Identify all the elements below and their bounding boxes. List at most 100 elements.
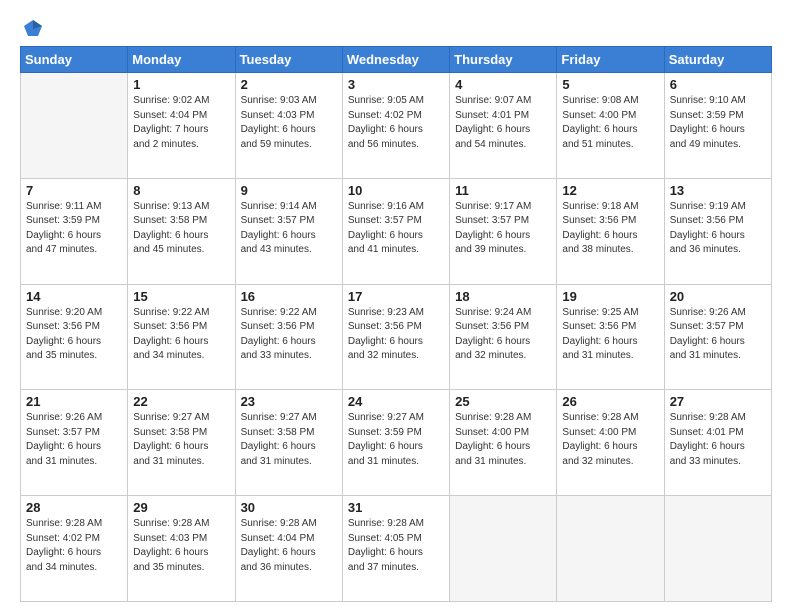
day-info: Sunrise: 9:02 AMSunset: 4:04 PMDaylight:…	[133, 94, 229, 152]
calendar-week-3: 14 Sunrise: 9:20 AMSunset: 3:56 PMDayligh…	[21, 284, 772, 390]
day-number: 3	[348, 77, 444, 92]
calendar-cell: 1 Sunrise: 9:02 AMSunset: 4:04 PMDaylight…	[128, 73, 235, 179]
day-info: Sunrise: 9:22 AMSunset: 3:56 PMDaylight:…	[241, 306, 337, 364]
calendar-cell: 6 Sunrise: 9:10 AMSunset: 3:59 PMDaylight…	[664, 73, 771, 179]
day-header-tuesday: Tuesday	[235, 47, 342, 73]
day-info: Sunrise: 9:27 AMSunset: 3:58 PMDaylight:…	[241, 411, 337, 469]
calendar-cell: 21 Sunrise: 9:26 AMSunset: 3:57 PMDayligh…	[21, 390, 128, 496]
calendar-header-row: SundayMondayTuesdayWednesdayThursdayFrid…	[21, 47, 772, 73]
day-header-wednesday: Wednesday	[342, 47, 449, 73]
logo	[20, 18, 44, 36]
day-info: Sunrise: 9:05 AMSunset: 4:02 PMDaylight:…	[348, 94, 444, 152]
day-info: Sunrise: 9:19 AMSunset: 3:56 PMDaylight:…	[670, 200, 766, 258]
day-number: 5	[562, 77, 658, 92]
calendar-cell: 15Sunrise: 9:22 AMSunset: 3:56 PMDayligh…	[128, 284, 235, 390]
calendar-cell: 12 Sunrise: 9:18 AMSunset: 3:56 PMDayligh…	[557, 178, 664, 284]
calendar-cell: 7 Sunrise: 9:11 AMSunset: 3:59 PMDaylight…	[21, 178, 128, 284]
day-info: Sunrise: 9:17 AMSunset: 3:57 PMDaylight:…	[455, 200, 551, 258]
calendar-cell: 19Sunrise: 9:25 AMSunset: 3:56 PMDayligh…	[557, 284, 664, 390]
calendar-cell: 11 Sunrise: 9:17 AMSunset: 3:57 PMDayligh…	[450, 178, 557, 284]
calendar-cell: 24Sunrise: 9:27 AMSunset: 3:59 PMDayligh…	[342, 390, 449, 496]
day-info: Sunrise: 9:26 AMSunset: 3:57 PMDaylight:…	[26, 411, 122, 469]
day-number: 8	[133, 183, 229, 198]
day-info: Sunrise: 9:23 AMSunset: 3:56 PMDaylight:…	[348, 306, 444, 364]
day-number: 29	[133, 500, 229, 515]
calendar-cell: 27 Sunrise: 9:28 AMSunset: 4:01 PMDayligh…	[664, 390, 771, 496]
calendar-cell: 23 Sunrise: 9:27 AMSunset: 3:58 PMDayligh…	[235, 390, 342, 496]
day-number: 14	[26, 289, 122, 304]
day-header-friday: Friday	[557, 47, 664, 73]
day-number: 23	[241, 394, 337, 409]
day-number: 2	[241, 77, 337, 92]
day-info: Sunrise: 9:28 AMSunset: 4:05 PMDaylight:…	[348, 517, 444, 575]
day-number: 9	[241, 183, 337, 198]
day-number: 13	[670, 183, 766, 198]
day-info: Sunrise: 9:07 AMSunset: 4:01 PMDaylight:…	[455, 94, 551, 152]
day-info: Sunrise: 9:28 AMSunset: 4:03 PMDaylight:…	[133, 517, 229, 575]
logo-flag-icon	[22, 18, 44, 40]
calendar-cell: 28 Sunrise: 9:28 AMSunset: 4:02 PMDayligh…	[21, 496, 128, 602]
calendar-cell: 8 Sunrise: 9:13 AMSunset: 3:58 PMDaylight…	[128, 178, 235, 284]
day-info: Sunrise: 9:03 AMSunset: 4:03 PMDaylight:…	[241, 94, 337, 152]
day-info: Sunrise: 9:10 AMSunset: 3:59 PMDaylight:…	[670, 94, 766, 152]
calendar-cell: 22 Sunrise: 9:27 AMSunset: 3:58 PMDayligh…	[128, 390, 235, 496]
day-number: 7	[26, 183, 122, 198]
calendar-cell: 3 Sunrise: 9:05 AMSunset: 4:02 PMDaylight…	[342, 73, 449, 179]
day-info: Sunrise: 9:13 AMSunset: 3:58 PMDaylight:…	[133, 200, 229, 258]
day-number: 27	[670, 394, 766, 409]
day-number: 24	[348, 394, 444, 409]
day-number: 19	[562, 289, 658, 304]
calendar-cell: 4 Sunrise: 9:07 AMSunset: 4:01 PMDaylight…	[450, 73, 557, 179]
day-info: Sunrise: 9:28 AMSunset: 4:01 PMDaylight:…	[670, 411, 766, 469]
calendar-cell: 25Sunrise: 9:28 AMSunset: 4:00 PMDayligh…	[450, 390, 557, 496]
day-number: 4	[455, 77, 551, 92]
day-header-thursday: Thursday	[450, 47, 557, 73]
calendar-week-5: 28 Sunrise: 9:28 AMSunset: 4:02 PMDayligh…	[21, 496, 772, 602]
calendar-cell	[450, 496, 557, 602]
calendar-week-4: 21 Sunrise: 9:26 AMSunset: 3:57 PMDayligh…	[21, 390, 772, 496]
calendar-cell: 13 Sunrise: 9:19 AMSunset: 3:56 PMDayligh…	[664, 178, 771, 284]
day-info: Sunrise: 9:24 AMSunset: 3:56 PMDaylight:…	[455, 306, 551, 364]
day-info: Sunrise: 9:26 AMSunset: 3:57 PMDaylight:…	[670, 306, 766, 364]
calendar-week-2: 7 Sunrise: 9:11 AMSunset: 3:59 PMDaylight…	[21, 178, 772, 284]
day-info: Sunrise: 9:28 AMSunset: 4:00 PMDaylight:…	[455, 411, 551, 469]
day-info: Sunrise: 9:16 AMSunset: 3:57 PMDaylight:…	[348, 200, 444, 258]
day-header-saturday: Saturday	[664, 47, 771, 73]
calendar-cell: 5 Sunrise: 9:08 AMSunset: 4:00 PMDaylight…	[557, 73, 664, 179]
calendar-cell: 26 Sunrise: 9:28 AMSunset: 4:00 PMDayligh…	[557, 390, 664, 496]
day-info: Sunrise: 9:27 AMSunset: 3:58 PMDaylight:…	[133, 411, 229, 469]
page: SundayMondayTuesdayWednesdayThursdayFrid…	[0, 0, 792, 612]
day-number: 26	[562, 394, 658, 409]
day-number: 15	[133, 289, 229, 304]
day-number: 17	[348, 289, 444, 304]
day-number: 22	[133, 394, 229, 409]
day-info: Sunrise: 9:28 AMSunset: 4:00 PMDaylight:…	[562, 411, 658, 469]
day-info: Sunrise: 9:11 AMSunset: 3:59 PMDaylight:…	[26, 200, 122, 258]
calendar-cell: 29 Sunrise: 9:28 AMSunset: 4:03 PMDayligh…	[128, 496, 235, 602]
day-number: 12	[562, 183, 658, 198]
calendar-week-1: 1 Sunrise: 9:02 AMSunset: 4:04 PMDaylight…	[21, 73, 772, 179]
day-header-monday: Monday	[128, 47, 235, 73]
day-number: 11	[455, 183, 551, 198]
calendar-cell: 30Sunrise: 9:28 AMSunset: 4:04 PMDayligh…	[235, 496, 342, 602]
day-number: 1	[133, 77, 229, 92]
calendar-cell: 16 Sunrise: 9:22 AMSunset: 3:56 PMDayligh…	[235, 284, 342, 390]
day-number: 21	[26, 394, 122, 409]
day-info: Sunrise: 9:28 AMSunset: 4:02 PMDaylight:…	[26, 517, 122, 575]
day-number: 28	[26, 500, 122, 515]
day-number: 20	[670, 289, 766, 304]
calendar-cell: 14 Sunrise: 9:20 AMSunset: 3:56 PMDayligh…	[21, 284, 128, 390]
calendar-cell	[664, 496, 771, 602]
day-info: Sunrise: 9:08 AMSunset: 4:00 PMDaylight:…	[562, 94, 658, 152]
day-info: Sunrise: 9:20 AMSunset: 3:56 PMDaylight:…	[26, 306, 122, 364]
calendar-cell	[557, 496, 664, 602]
header	[20, 18, 772, 36]
day-number: 16	[241, 289, 337, 304]
calendar-table: SundayMondayTuesdayWednesdayThursdayFrid…	[20, 46, 772, 602]
day-info: Sunrise: 9:18 AMSunset: 3:56 PMDaylight:…	[562, 200, 658, 258]
day-header-sunday: Sunday	[21, 47, 128, 73]
day-number: 18	[455, 289, 551, 304]
day-number: 6	[670, 77, 766, 92]
day-number: 10	[348, 183, 444, 198]
calendar-cell: 10 Sunrise: 9:16 AMSunset: 3:57 PMDayligh…	[342, 178, 449, 284]
